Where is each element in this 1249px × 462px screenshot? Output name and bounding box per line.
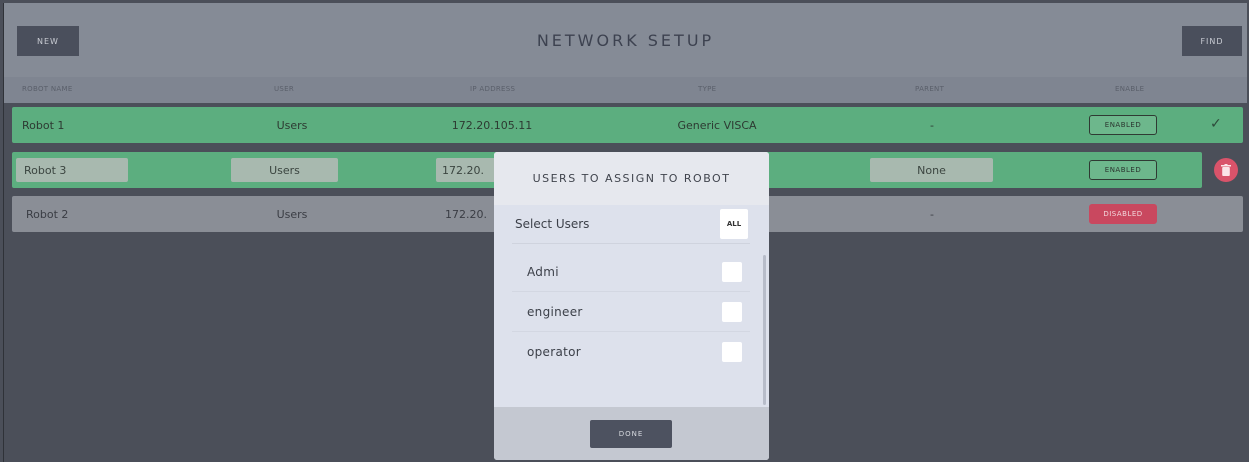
find-button[interactable]: FIND xyxy=(1182,26,1242,56)
user-option-label: operator xyxy=(527,345,582,359)
check-icon[interactable]: ✓ xyxy=(1210,116,1222,132)
robot-type: Generic VISCA xyxy=(677,118,757,132)
column-header-parent: PARENT xyxy=(915,85,945,93)
select-users-label: Select Users xyxy=(515,217,590,231)
user-option[interactable]: Admi xyxy=(512,252,750,292)
robot-parent-select[interactable]: None xyxy=(870,158,993,182)
user-checkbox[interactable] xyxy=(722,342,742,362)
user-option[interactable]: operator xyxy=(512,332,750,372)
robot-users-button[interactable]: Users xyxy=(231,158,338,182)
column-headers: ROBOT NAME USER IP ADDRESS TYPE PARENT E… xyxy=(4,77,1247,103)
column-header-type: TYPE xyxy=(698,85,717,93)
robot-row[interactable]: Robot 1 Users 172.20.105.11 Generic VISC… xyxy=(12,107,1243,143)
modal-title: USERS TO ASSIGN TO ROBOT xyxy=(494,152,769,205)
user-checkbox[interactable] xyxy=(722,262,742,282)
robot-users-link[interactable]: Users xyxy=(242,196,342,232)
assign-users-modal: USERS TO ASSIGN TO ROBOT Select Users AL… xyxy=(494,152,769,460)
robot-ip: 172.20.105.11 xyxy=(451,118,533,132)
robot-parent: - xyxy=(930,207,934,221)
page-title: NETWORK SETUP xyxy=(536,31,715,50)
select-users-row: Select Users ALL xyxy=(494,205,769,243)
trash-icon[interactable] xyxy=(1214,158,1238,182)
user-checkbox[interactable] xyxy=(722,302,742,322)
divider xyxy=(512,243,750,244)
user-option[interactable]: engineer xyxy=(512,292,750,332)
robot-name: Robot 1 xyxy=(22,118,65,132)
done-button[interactable]: DONE xyxy=(590,420,672,448)
enabled-toggle[interactable]: ENABLED xyxy=(1089,160,1157,180)
robot-parent: - xyxy=(930,118,934,132)
robot-ip: 172.20. xyxy=(445,207,487,221)
robot-name-input[interactable]: Robot 3 xyxy=(16,158,128,182)
app-window: NEW NETWORK SETUP FIND ROBOT NAME USER I… xyxy=(3,3,1247,462)
column-header-ip-address: IP ADDRESS xyxy=(470,85,516,93)
column-header-robot-name: ROBOT NAME xyxy=(22,85,73,93)
scrollbar[interactable] xyxy=(763,255,766,405)
robot-name: Robot 2 xyxy=(26,207,69,221)
column-header-user: USER xyxy=(274,85,295,93)
robot-users-link[interactable]: Users xyxy=(242,107,342,143)
enabled-toggle[interactable]: ENABLED xyxy=(1089,115,1157,135)
modal-footer: DONE xyxy=(494,407,769,460)
robot-ip-input[interactable]: 172.20. xyxy=(436,158,496,182)
user-option-label: engineer xyxy=(527,305,583,319)
user-option-label: Admi xyxy=(527,265,559,279)
header-bar: NEW NETWORK SETUP FIND xyxy=(4,3,1247,77)
select-all-button[interactable]: ALL xyxy=(720,209,748,239)
disabled-toggle[interactable]: DISABLED xyxy=(1089,204,1157,224)
column-header-enable: ENABLE xyxy=(1115,85,1145,93)
